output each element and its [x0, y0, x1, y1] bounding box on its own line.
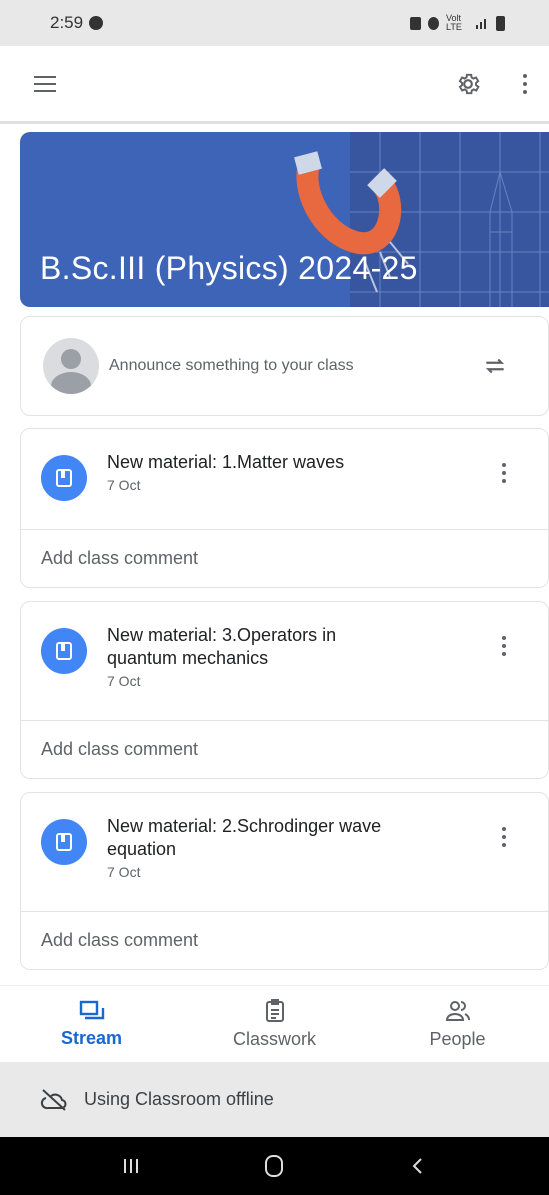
- post-card[interactable]: New material: 2.Schrodinger wave equation…: [20, 792, 549, 970]
- bottom-navigation: Stream Classwork People: [0, 985, 549, 1062]
- more-options-icon[interactable]: [519, 73, 531, 94]
- announce-card[interactable]: Announce something to your class: [20, 316, 549, 416]
- tab-label: Classwork: [232, 1028, 316, 1049]
- system-navigation-bar: [0, 1137, 549, 1195]
- tab-stream[interactable]: Stream: [0, 986, 183, 1062]
- announce-placeholder[interactable]: Announce something to your class: [109, 357, 482, 375]
- battery-icon: [496, 15, 505, 31]
- alarm-icon: [428, 16, 439, 30]
- avatar: [43, 338, 99, 394]
- people-icon: [445, 1000, 470, 1021]
- tab-label: People: [429, 1028, 486, 1049]
- post-date: 7 Oct: [107, 673, 141, 689]
- status-bar: 2:59 Volt LTE: [0, 0, 549, 46]
- post-date: 7 Oct: [107, 477, 141, 493]
- tab-people[interactable]: People: [366, 986, 549, 1062]
- post-card[interactable]: New material: 3.Operators in quantum mech…: [20, 601, 549, 779]
- volte-label: Volt LTE: [446, 13, 462, 32]
- class-title: B.Sc.III (Physics) 2024-25: [40, 250, 418, 286]
- back-icon[interactable]: [408, 1156, 428, 1176]
- offline-banner[interactable]: Using Classroom offline: [0, 1062, 549, 1137]
- tab-classwork[interactable]: Classwork: [183, 986, 366, 1062]
- post-more-icon[interactable]: [498, 827, 510, 847]
- add-class-comment[interactable]: Add class comment: [21, 720, 548, 778]
- post-title: New material: 3.Operators in quantum mech…: [107, 625, 337, 668]
- menu-icon[interactable]: [34, 75, 56, 92]
- repost-icon[interactable]: [482, 353, 508, 379]
- classwork-icon: [265, 998, 284, 1022]
- lock-icon: [410, 16, 421, 30]
- cloud-off-icon: [40, 1088, 67, 1111]
- post-card[interactable]: New material: 1.Matter waves 7 Oct Add c…: [20, 428, 549, 588]
- post-title: New material: 1.Matter waves: [107, 452, 345, 472]
- home-icon[interactable]: [263, 1154, 285, 1178]
- post-date: 7 Oct: [107, 864, 141, 880]
- post-more-icon[interactable]: [498, 463, 510, 483]
- offline-text: Using Classroom offline: [84, 1089, 274, 1109]
- whatsapp-notification-icon: [89, 16, 104, 30]
- tab-label: Stream: [60, 1027, 123, 1048]
- status-time: 2:59: [50, 13, 84, 32]
- add-class-comment[interactable]: Add class comment: [21, 911, 548, 969]
- app-bar: [0, 46, 549, 124]
- recents-icon[interactable]: [121, 1156, 141, 1176]
- material-icon: [41, 819, 87, 865]
- gear-icon[interactable]: [455, 71, 481, 97]
- signal-icon: [476, 19, 486, 29]
- stream-icon: [79, 1000, 104, 1019]
- material-icon: [41, 628, 87, 674]
- post-title: New material: 2.Schrodinger wave equation: [107, 816, 382, 859]
- class-banner[interactable]: B.Sc.III (Physics) 2024-25: [20, 132, 549, 307]
- add-class-comment[interactable]: Add class comment: [21, 529, 548, 587]
- material-icon: [41, 455, 87, 501]
- post-more-icon[interactable]: [498, 636, 510, 656]
